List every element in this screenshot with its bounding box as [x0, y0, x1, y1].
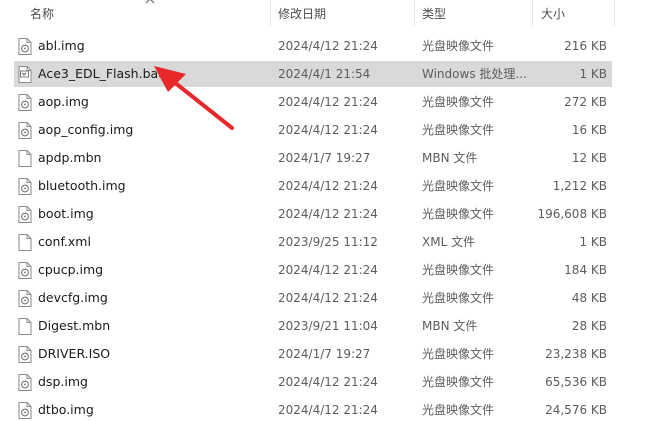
file-row[interactable]: dtbo.img 2024/4/12 21:24 光盘映像文件 24,576 KB	[0, 396, 653, 421]
file-date: 2024/4/12 21:24	[278, 95, 378, 109]
file-row[interactable]: DRIVER.ISO 2024/1/7 19:27 光盘映像文件 23,238 KB	[0, 340, 653, 368]
file-type: 光盘映像文件	[422, 347, 495, 361]
file-date: 2023/9/25 11:12	[278, 235, 378, 249]
file-name[interactable]: Digest.mbn	[38, 312, 110, 340]
file-size: 16 KB	[571, 123, 607, 137]
column-header: 名称 修改日期 类型 大小	[0, 0, 653, 28]
blank-file-icon	[18, 318, 32, 335]
file-row[interactable]: Ace3_EDL_Flash.bat 2024/4/1 21:54 Windows …	[0, 60, 653, 88]
file-date: 2024/1/7 19:27	[278, 151, 371, 165]
file-size: 48 KB	[571, 291, 607, 305]
file-name[interactable]: abl.img	[38, 32, 85, 60]
file-date: 2024/4/12 21:24	[278, 123, 378, 137]
file-size: 12 KB	[571, 151, 607, 165]
file-date: 2024/4/12 21:24	[278, 403, 378, 417]
file-type: 光盘映像文件	[422, 123, 495, 137]
sort-ascending-icon	[145, 0, 155, 4]
file-row[interactable]: cpucp.img 2024/4/12 21:24 光盘映像文件 184 KB	[0, 256, 653, 284]
column-header-name[interactable]: 名称	[30, 0, 54, 28]
batch-file-icon	[18, 66, 32, 83]
disc-image-file-icon	[18, 38, 32, 55]
file-name[interactable]: devcfg.img	[38, 284, 108, 312]
file-size: 272 KB	[564, 95, 607, 109]
file-row[interactable]: apdp.mbn 2024/1/7 19:27 MBN 文件 12 KB	[0, 144, 653, 172]
file-size: 216 KB	[564, 39, 607, 53]
file-row[interactable]: conf.xml 2023/9/25 11:12 XML 文件 1 KB	[0, 228, 653, 256]
file-row[interactable]: aop_config.img 2024/4/12 21:24 光盘映像文件 16 KB	[0, 116, 653, 144]
file-date: 2024/4/12 21:24	[278, 39, 378, 53]
file-size: 24,576 KB	[545, 403, 607, 417]
column-divider[interactable]	[614, 0, 615, 26]
file-date: 2023/9/21 11:04	[278, 319, 378, 333]
file-row[interactable]: devcfg.img 2024/4/12 21:24 光盘映像文件 48 KB	[0, 284, 653, 312]
file-explorer: 名称 修改日期 类型 大小 abl.img 2024/4/12 21:24 光盘映像…	[0, 0, 653, 421]
file-size: 23,238 KB	[545, 347, 607, 361]
file-type: 光盘映像文件	[422, 291, 495, 305]
disc-image-file-icon	[18, 374, 32, 391]
file-type: 光盘映像文件	[422, 207, 495, 221]
file-type: 光盘映像文件	[422, 95, 495, 109]
file-date: 2024/4/12 21:24	[278, 291, 378, 305]
file-name[interactable]: bluetooth.img	[38, 172, 126, 200]
file-row[interactable]: boot.img 2024/4/12 21:24 光盘映像文件 196,608 KB	[0, 200, 653, 228]
blank-file-icon	[18, 234, 32, 251]
column-header-date[interactable]: 修改日期	[278, 0, 326, 28]
file-size: 1,212 KB	[552, 179, 607, 193]
file-list: abl.img 2024/4/12 21:24 光盘映像文件 216 KB Ace3_E…	[0, 32, 653, 421]
file-name[interactable]: aop.img	[38, 88, 89, 116]
column-divider[interactable]	[270, 0, 271, 26]
file-size: 65,536 KB	[545, 375, 607, 389]
file-date: 2024/4/12 21:24	[278, 179, 378, 193]
file-size: 1 KB	[579, 67, 607, 81]
column-divider[interactable]	[532, 0, 533, 26]
file-name[interactable]: Ace3_EDL_Flash.bat	[38, 60, 163, 88]
column-header-size[interactable]: 大小	[541, 0, 565, 28]
file-name[interactable]: dtbo.img	[38, 396, 94, 421]
file-row[interactable]: aop.img 2024/4/12 21:24 光盘映像文件 272 KB	[0, 88, 653, 116]
disc-image-file-icon	[18, 262, 32, 279]
file-type: 光盘映像文件	[422, 375, 495, 389]
column-header-type[interactable]: 类型	[422, 0, 446, 28]
disc-image-file-icon	[18, 346, 32, 363]
file-date: 2024/1/7 19:27	[278, 347, 371, 361]
file-row[interactable]: abl.img 2024/4/12 21:24 光盘映像文件 216 KB	[0, 32, 653, 60]
file-row[interactable]: dsp.img 2024/4/12 21:24 光盘映像文件 65,536 KB	[0, 368, 653, 396]
file-name[interactable]: DRIVER.ISO	[38, 340, 110, 368]
file-name[interactable]: apdp.mbn	[38, 144, 101, 172]
file-name[interactable]: boot.img	[38, 200, 94, 228]
file-type: Windows 批处理...	[422, 67, 527, 81]
file-size: 1 KB	[579, 235, 607, 249]
file-row[interactable]: Digest.mbn 2023/9/21 11:04 MBN 文件 28 KB	[0, 312, 653, 340]
file-date: 2024/4/1 21:54	[278, 67, 371, 81]
disc-image-file-icon	[18, 178, 32, 195]
disc-image-file-icon	[18, 402, 32, 419]
blank-file-icon	[18, 150, 32, 167]
file-name[interactable]: cpucp.img	[38, 256, 103, 284]
column-divider[interactable]	[414, 0, 415, 26]
file-type: 光盘映像文件	[422, 403, 495, 417]
file-name[interactable]: aop_config.img	[38, 116, 133, 144]
file-size: 196,608 KB	[537, 207, 607, 221]
file-size: 184 KB	[564, 263, 607, 277]
disc-image-file-icon	[18, 122, 32, 139]
file-name[interactable]: conf.xml	[38, 228, 91, 256]
file-name[interactable]: dsp.img	[38, 368, 88, 396]
file-type: 光盘映像文件	[422, 263, 495, 277]
disc-image-file-icon	[18, 206, 32, 223]
file-type: MBN 文件	[422, 319, 478, 333]
disc-image-file-icon	[18, 290, 32, 307]
file-row[interactable]: bluetooth.img 2024/4/12 21:24 光盘映像文件 1,212 …	[0, 172, 653, 200]
file-size: 28 KB	[571, 319, 607, 333]
file-date: 2024/4/12 21:24	[278, 375, 378, 389]
file-type: XML 文件	[422, 235, 476, 249]
file-date: 2024/4/12 21:24	[278, 263, 378, 277]
file-type: 光盘映像文件	[422, 39, 495, 53]
disc-image-file-icon	[18, 94, 32, 111]
file-type: 光盘映像文件	[422, 179, 495, 193]
file-date: 2024/4/12 21:24	[278, 207, 378, 221]
file-type: MBN 文件	[422, 151, 478, 165]
